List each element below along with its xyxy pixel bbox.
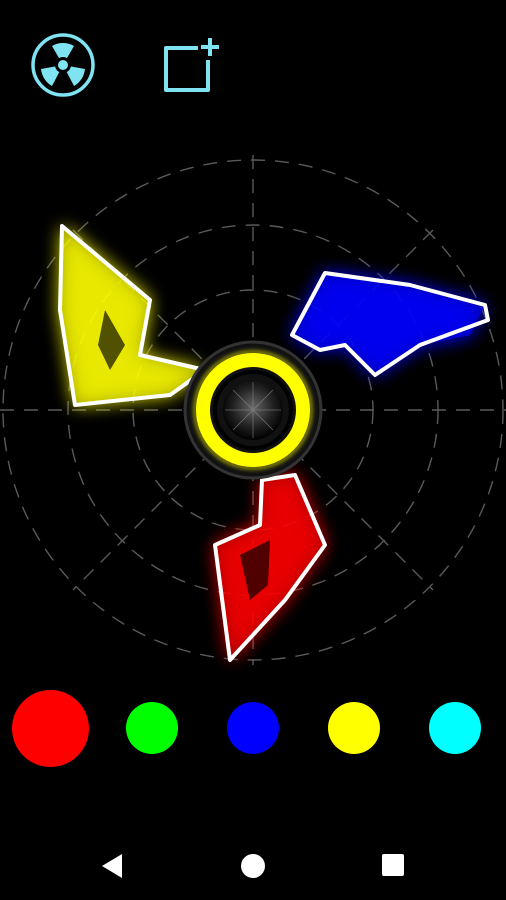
color-swatch-red[interactable] [12,690,89,767]
yellow-arm [58,224,207,407]
new-canvas-plus-icon[interactable] [160,34,222,96]
navigation-bar [0,830,506,900]
back-triangle-icon[interactable] [98,852,126,880]
fidget-spinner-icon[interactable] [30,32,96,98]
spinner-canvas[interactable] [0,130,506,690]
color-swatch-cyan[interactable] [429,702,481,754]
recents-square-icon[interactable] [380,852,406,878]
spinner-hub[interactable] [183,340,323,480]
top-toolbar [0,0,506,130]
color-swatch-blue[interactable] [227,702,279,754]
color-swatch-green[interactable] [126,702,178,754]
color-swatch-yellow[interactable] [328,702,380,754]
home-circle-icon[interactable] [239,852,267,880]
red-arm [213,473,327,662]
color-palette [0,690,506,767]
blue-arm [290,271,490,377]
